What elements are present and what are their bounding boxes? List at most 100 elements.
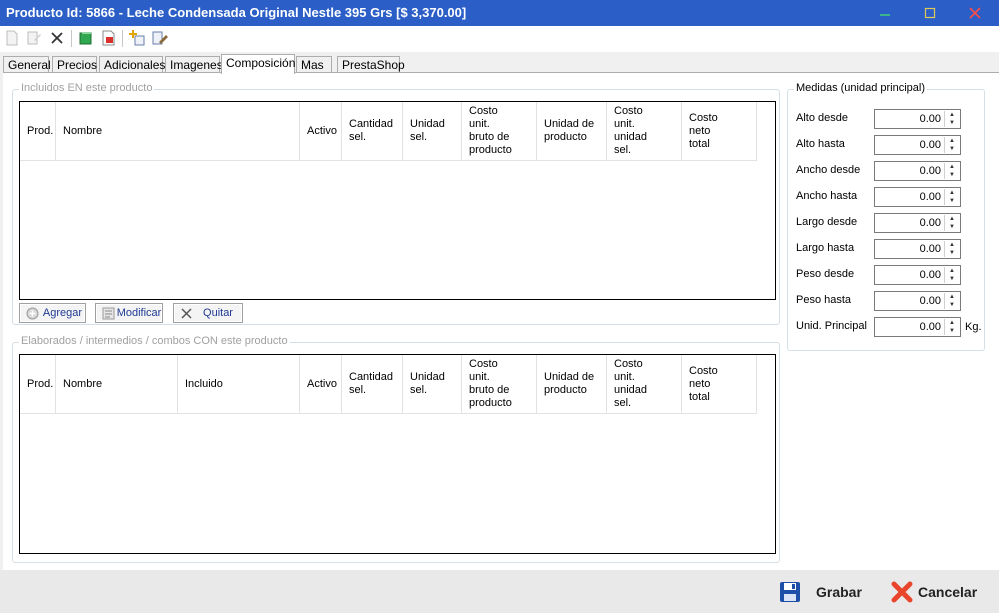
add-button-label: Agregar (42, 307, 83, 319)
column-header[interactable]: Unidad sel. (403, 102, 462, 161)
ancho-desde-input[interactable]: 0.00 ▲ ▼ (874, 161, 961, 181)
close-icon[interactable] (960, 2, 990, 24)
largo-desde-input[interactable]: 0.00 ▲ ▼ (874, 213, 961, 233)
window-title: Producto Id: 5866 - Leche Condensada Ori… (6, 5, 467, 20)
cancel-button-label: Cancelar (918, 584, 978, 600)
column-header[interactable]: Activo (300, 355, 342, 414)
column-header[interactable]: Costo unit. bruto de producto (462, 102, 537, 161)
field-label: Ancho desde (796, 164, 861, 176)
tab-precios[interactable]: Precios (52, 56, 97, 73)
elaborados-grid[interactable]: Prod. Nombre Incluido Activo Cantidad se… (19, 354, 776, 554)
tab-prestashop[interactable]: PrestaShop (337, 56, 405, 73)
column-header[interactable]: Costo neto total (682, 102, 757, 161)
field-label: Ancho hasta (796, 190, 858, 202)
elaborados-group: Elaborados / intermedios / combos CON es… (12, 335, 780, 563)
field-label: Peso hasta (796, 294, 852, 306)
field-label: Alto desde (796, 112, 848, 124)
field-label: Alto hasta (796, 138, 845, 150)
incluidos-group: Incluidos EN este producto Prod. Nombre … (12, 82, 780, 325)
composition-panel: Incluidos EN este producto Prod. Nombre … (3, 72, 999, 570)
spinner-arrows-icon[interactable]: ▲ ▼ (944, 319, 959, 335)
delete-x-icon[interactable] (48, 29, 66, 47)
unidad-principal-input[interactable]: 0.00 ▲ ▼ (874, 317, 961, 337)
tab-composicion[interactable]: Composición (221, 54, 295, 74)
column-header[interactable]: Incluido (178, 355, 300, 414)
column-header[interactable]: Activo (300, 102, 342, 161)
incluidos-grid[interactable]: Prod. Nombre Activo Cantidad sel. Unidad… (19, 101, 776, 300)
new-document-icon[interactable] (3, 29, 21, 47)
ancho-hasta-input[interactable]: 0.00 ▲ ▼ (874, 187, 961, 207)
spinner-arrows-icon[interactable]: ▲ ▼ (944, 189, 959, 205)
tab-general[interactable]: General (3, 56, 51, 73)
column-header[interactable]: Costo unit. bruto de producto (462, 355, 537, 414)
title-bar: Producto Id: 5866 - Leche Condensada Ori… (0, 0, 999, 26)
column-header[interactable]: Prod. (20, 102, 56, 161)
column-header[interactable]: Costo unit. unidad sel. (607, 102, 682, 161)
footer-bar: Grabar Cancelar (0, 570, 999, 613)
edit-item-icon[interactable] (151, 29, 169, 47)
spinner-arrows-icon[interactable]: ▲ ▼ (944, 137, 959, 153)
spinner-arrows-icon[interactable]: ▲ ▼ (944, 241, 959, 257)
column-header[interactable]: Nombre (56, 102, 300, 161)
alto-hasta-row: Alto hasta 0.00 ▲ ▼ (796, 135, 986, 155)
remove-button-label: Quitar (203, 307, 233, 319)
field-label: Largo hasta (796, 242, 855, 254)
peso-desde-input[interactable]: 0.00 ▲ ▼ (874, 265, 961, 285)
spinner-arrows-icon[interactable]: ▲ ▼ (944, 163, 959, 179)
column-header[interactable]: Unidad de producto (537, 102, 607, 161)
column-header[interactable]: Nombre (56, 355, 178, 414)
field-label: Unid. Principal (796, 320, 867, 332)
peso-hasta-input[interactable]: 0.00 ▲ ▼ (874, 291, 961, 311)
save-button[interactable]: Grabar (778, 577, 862, 607)
elaborados-title: Elaborados / intermedios / combos CON es… (19, 335, 290, 347)
cancel-button[interactable]: Cancelar (890, 577, 977, 607)
green-book-icon[interactable] (77, 29, 95, 47)
column-header[interactable]: Unidad de producto (537, 355, 607, 414)
field-value: 0.00 (919, 321, 941, 333)
field-value: 0.00 (919, 113, 941, 125)
tab-adicionales[interactable]: Adicionales (99, 56, 165, 73)
field-value: 0.00 (919, 269, 941, 281)
field-value: 0.00 (919, 165, 941, 177)
remove-x-icon (178, 306, 194, 320)
alto-desde-input[interactable]: 0.00 ▲ ▼ (874, 109, 961, 129)
tab-imagenes[interactable]: Imagenes (165, 56, 223, 73)
unit-label: Kg. (965, 321, 982, 333)
column-header[interactable]: Cantidad sel. (342, 102, 403, 161)
maximize-icon[interactable] (915, 2, 945, 24)
largo-hasta-row: Largo hasta 0.00 ▲ ▼ (796, 239, 986, 259)
spinner-arrows-icon[interactable]: ▲ ▼ (944, 293, 959, 309)
column-header[interactable]: Costo neto total (682, 355, 757, 414)
medidas-title: Medidas (unidad principal) (794, 82, 928, 94)
spinner-arrows-icon[interactable]: ▲ ▼ (944, 111, 959, 127)
alto-hasta-input[interactable]: 0.00 ▲ ▼ (874, 135, 961, 155)
spinner-arrows-icon[interactable]: ▲ ▼ (944, 267, 959, 283)
edit-document-icon[interactable] (25, 29, 43, 47)
remove-button[interactable]: Quitar (173, 303, 243, 323)
medidas-group: Medidas (unidad principal) Alto desde 0.… (787, 82, 986, 351)
unidad-principal-row: Unid. Principal 0.00 ▲ ▼ Kg. (796, 317, 986, 337)
add-item-icon[interactable] (128, 29, 146, 47)
tab-mas[interactable]: Mas (296, 56, 332, 73)
column-header[interactable]: Prod. (20, 355, 56, 414)
field-value: 0.00 (919, 295, 941, 307)
floppy-disk-icon (778, 580, 802, 604)
field-value: 0.00 (919, 217, 941, 229)
column-header[interactable]: Cantidad sel. (342, 355, 403, 414)
edit-button[interactable]: Modificar (95, 303, 163, 323)
add-button[interactable]: Agregar (19, 303, 86, 323)
field-value: 0.00 (919, 243, 941, 255)
column-header[interactable]: Unidad sel. (403, 355, 462, 414)
pdf-report-icon[interactable] (99, 29, 117, 47)
save-button-label: Grabar (816, 584, 862, 600)
column-header[interactable]: Costo unit. unidad sel. (607, 355, 682, 414)
minimize-icon[interactable] (870, 2, 900, 24)
spinner-arrows-icon[interactable]: ▲ ▼ (944, 215, 959, 231)
field-value: 0.00 (919, 191, 941, 203)
field-label: Peso desde (796, 268, 855, 280)
ancho-desde-row: Ancho desde 0.00 ▲ ▼ (796, 161, 986, 181)
incluidos-title: Incluidos EN este producto (19, 82, 155, 94)
largo-hasta-input[interactable]: 0.00 ▲ ▼ (874, 239, 961, 259)
field-label: Largo desde (796, 216, 858, 228)
peso-hasta-row: Peso hasta 0.00 ▲ ▼ (796, 291, 986, 311)
